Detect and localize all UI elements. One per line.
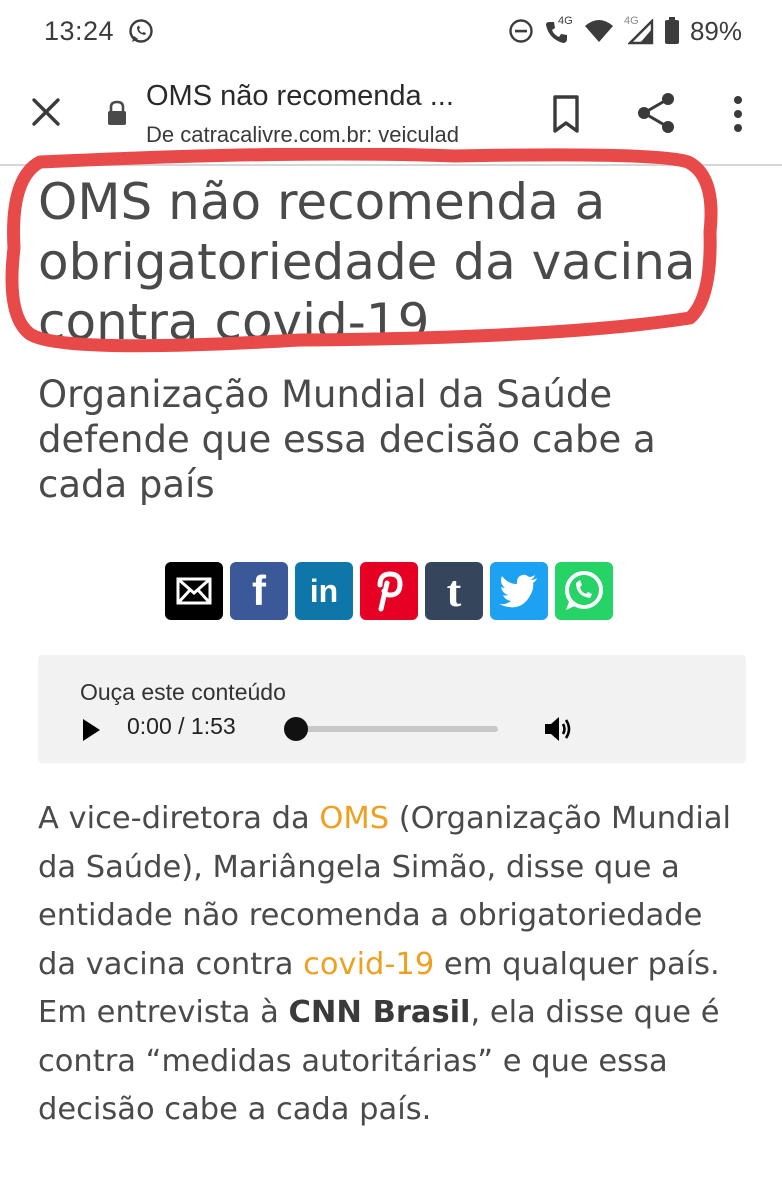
pinterest-share-button[interactable]: [360, 562, 418, 620]
twitter-share-button[interactable]: [490, 562, 548, 620]
bookmark-icon[interactable]: [546, 92, 586, 136]
page-url[interactable]: De catracalivre.com.br: veiculad: [146, 122, 508, 148]
more-options-icon[interactable]: [724, 92, 752, 136]
body-text-1: A vice-diretora da: [38, 801, 320, 836]
article-headline: OMS não recomenda a obrigatoriedade da v…: [38, 173, 696, 351]
covid-link[interactable]: covid-19: [303, 947, 434, 982]
wifi-icon: [584, 20, 613, 42]
article-body: A vice-diretora da OMS (Organização Mund…: [38, 795, 750, 1135]
whatsapp-share-button[interactable]: [555, 562, 613, 620]
facebook-share-button[interactable]: f: [230, 562, 288, 620]
linkedin-icon: in: [309, 572, 339, 609]
battery-icon: [664, 17, 679, 44]
email-share-button[interactable]: [165, 562, 223, 620]
facebook-icon: f: [252, 567, 266, 614]
lock-icon[interactable]: [106, 100, 128, 126]
oms-link[interactable]: OMS: [319, 801, 389, 836]
page-title[interactable]: OMS não recomenda ...: [146, 80, 508, 113]
volte-call-icon: 4G: [544, 15, 574, 45]
share-buttons-row: f in t: [165, 562, 613, 620]
share-icon[interactable]: [634, 90, 680, 136]
audio-progress-knob[interactable]: [284, 717, 308, 741]
volume-icon[interactable]: [542, 713, 574, 745]
battery-percent: 89%: [689, 15, 742, 46]
whatsapp-notification-icon: [129, 19, 153, 43]
audio-time: 0:00 / 1:53: [127, 713, 236, 739]
tumblr-share-button[interactable]: t: [425, 562, 483, 620]
tumblr-icon: t: [446, 566, 462, 616]
dnd-icon: [509, 19, 533, 43]
pinterest-icon: [377, 571, 403, 612]
audio-progress-track[interactable]: [294, 726, 498, 732]
cell-signal-icon: 4G: [624, 15, 654, 45]
twitter-icon: [499, 574, 537, 608]
email-icon: [176, 577, 212, 605]
audio-player: Ouça este conteúdo 0:00 / 1:53: [38, 655, 746, 763]
audio-label: Ouça este conteúdo: [80, 679, 286, 705]
whatsapp-icon: [565, 571, 603, 610]
status-bar: 13:24 4G 4G 89%: [0, 0, 782, 62]
article-subtitle: Organização Mundial da Saúde defende que…: [38, 373, 656, 506]
custom-tab-toolbar: OMS não recomenda ... De catracalivre.co…: [0, 62, 782, 166]
cnn-brasil-bold: CNN Brasil: [288, 995, 471, 1030]
play-icon[interactable]: [80, 717, 102, 743]
close-icon[interactable]: [24, 90, 68, 134]
status-time: 13:24: [44, 15, 115, 46]
linkedin-share-button[interactable]: in: [295, 562, 353, 620]
